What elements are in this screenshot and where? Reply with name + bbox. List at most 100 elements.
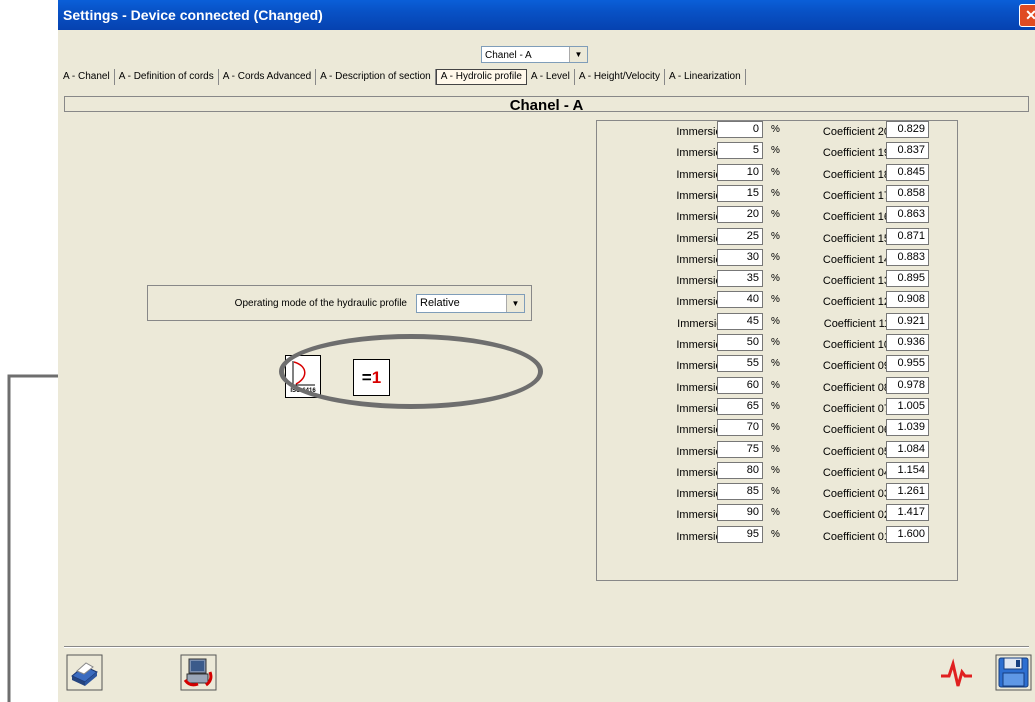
percent-symbol: % bbox=[771, 315, 780, 327]
immersion-input[interactable]: 85 bbox=[717, 483, 763, 501]
immersion-input[interactable]: 10 bbox=[717, 163, 763, 181]
tab-height-velocity[interactable]: A - Height/Velocity bbox=[575, 69, 665, 85]
immersion-input[interactable]: 0 bbox=[717, 121, 763, 138]
title-bar: Settings - Device connected (Changed) ✕ bbox=[58, 0, 1035, 30]
coefficient-input[interactable]: 0.829 bbox=[886, 121, 929, 138]
tab-chanel[interactable]: A - Chanel bbox=[59, 69, 115, 85]
immersion-input[interactable]: 75 bbox=[717, 440, 763, 458]
immersion-input[interactable]: 95 bbox=[717, 525, 763, 543]
immersion-input[interactable]: 80 bbox=[717, 461, 763, 479]
immersion-input[interactable]: 55 bbox=[717, 355, 763, 373]
chevron-down-icon[interactable]: ▼ bbox=[506, 295, 524, 312]
immersion-input[interactable]: 30 bbox=[717, 248, 763, 266]
tab-hydrolic-profile[interactable]: A - Hydrolic profile bbox=[435, 69, 527, 85]
table-row: Immersion 06 70% Coefficient 06 1.039 bbox=[597, 419, 957, 441]
signal-button[interactable] bbox=[938, 654, 975, 691]
save-button[interactable] bbox=[995, 654, 1032, 691]
percent-symbol: % bbox=[771, 528, 780, 540]
tab-level[interactable]: A - Level bbox=[527, 69, 575, 85]
coefficient-input[interactable]: 0.895 bbox=[886, 270, 929, 288]
coefficient-input[interactable]: 0.955 bbox=[886, 355, 929, 373]
coefficient-input[interactable]: 0.883 bbox=[886, 248, 929, 266]
profile-table: Immersion 20 0% Coefficient 20 0.829 Immersi… bbox=[596, 120, 958, 581]
coefficient-input[interactable]: 1.417 bbox=[886, 504, 929, 522]
percent-symbol: % bbox=[771, 124, 780, 135]
coefficient-input[interactable]: 1.261 bbox=[886, 483, 929, 501]
coefficient-label: Coefficient 04 bbox=[822, 466, 890, 479]
table-row: Immersion 19 5% Coefficient 19 0.837 bbox=[597, 142, 957, 164]
percent-symbol: % bbox=[771, 337, 780, 348]
coefficient-label: Coefficient 18 bbox=[822, 168, 890, 181]
immersion-input[interactable]: 40 bbox=[717, 291, 763, 309]
signal-pulse-icon bbox=[941, 658, 972, 687]
operating-mode-select[interactable]: Relative ▼ bbox=[416, 294, 525, 313]
coefficient-input[interactable]: 0.978 bbox=[886, 376, 929, 394]
coefficient-label: Coefficient 10 bbox=[822, 339, 890, 351]
bottom-divider bbox=[64, 646, 1029, 648]
tab-linearization[interactable]: A - Linearization bbox=[665, 69, 746, 85]
coefficient-input[interactable]: 1.005 bbox=[886, 397, 929, 415]
immersion-input[interactable]: 50 bbox=[717, 334, 763, 351]
immersion-input[interactable]: 90 bbox=[717, 504, 763, 522]
tab-description-of-section[interactable]: A - Description of section bbox=[316, 69, 436, 85]
percent-symbol: % bbox=[771, 209, 780, 221]
tab-definition-of-cords[interactable]: A - Definition of cords bbox=[115, 69, 219, 85]
coefficient-label: Coefficient 12 bbox=[822, 296, 890, 309]
section-title: Chanel - A bbox=[509, 97, 584, 114]
percent-symbol: % bbox=[771, 443, 780, 455]
percent-symbol: % bbox=[771, 379, 780, 391]
immersion-input[interactable]: 60 bbox=[717, 376, 763, 394]
coefficient-input[interactable]: 1.084 bbox=[886, 440, 929, 458]
coefficient-label: Coefficient 14 bbox=[822, 253, 890, 266]
percent-symbol: % bbox=[771, 422, 780, 434]
operating-mode-label: Operating mode of the hydraulic profile bbox=[234, 298, 407, 309]
channel-select-value: Chanel - A bbox=[485, 50, 532, 61]
coefficient-label: Coefficient 05 bbox=[822, 445, 890, 458]
table-row: Immersion 16 20% Coefficient 16 0.863 bbox=[597, 206, 957, 228]
coefficient-label: Coefficient 08 bbox=[822, 381, 890, 394]
immersion-input[interactable]: 45 bbox=[717, 312, 763, 330]
window-title: Settings - Device connected (Changed) bbox=[63, 7, 323, 23]
table-row: Immersion 10 50% Coefficient 10 0.936 bbox=[597, 334, 957, 356]
table-row: Immersion 07 65% Coefficient 07 1.005 bbox=[597, 397, 957, 420]
coefficient-input[interactable]: 0.921 bbox=[886, 312, 929, 330]
table-row: Immersion 01 95% Coefficient 01 1.600 bbox=[597, 525, 957, 548]
percent-symbol: % bbox=[771, 251, 780, 263]
percent-symbol: % bbox=[771, 166, 780, 178]
table-row: Immersion 13 35% Coefficient 13 0.895 bbox=[597, 270, 957, 292]
print-button[interactable] bbox=[66, 654, 103, 691]
coefficient-input[interactable]: 0.845 bbox=[886, 163, 929, 181]
table-row: Immersion 02 90% Coefficient 02 1.417 bbox=[597, 504, 957, 526]
coefficient-input[interactable]: 0.858 bbox=[886, 184, 929, 202]
immersion-input[interactable]: 15 bbox=[717, 184, 763, 202]
coefficient-input[interactable]: 0.908 bbox=[886, 291, 929, 309]
chevron-down-icon[interactable]: ▼ bbox=[569, 47, 587, 62]
table-row: Immersion 14 30% Coefficient 14 0.883 bbox=[597, 248, 957, 271]
transfer-button[interactable] bbox=[180, 654, 217, 691]
coefficient-input[interactable]: 0.863 bbox=[886, 206, 929, 224]
channel-select[interactable]: Chanel - A ▼ bbox=[481, 46, 588, 63]
tab-cords-advanced[interactable]: A - Cords Advanced bbox=[219, 69, 317, 85]
coefficient-input[interactable]: 1.154 bbox=[886, 461, 929, 479]
coefficient-label: Coefficient 06 bbox=[822, 424, 890, 437]
coefficient-label: Coefficient 13 bbox=[822, 275, 890, 288]
immersion-input[interactable]: 65 bbox=[717, 397, 763, 415]
coefficient-label: Coefficient 03 bbox=[822, 488, 890, 501]
table-row: Immersion 05 75% Coefficient 05 1.084 bbox=[597, 440, 957, 463]
coefficient-input[interactable]: 0.837 bbox=[886, 142, 929, 160]
percent-symbol: % bbox=[771, 464, 780, 476]
immersion-input[interactable]: 35 bbox=[717, 270, 763, 288]
coefficient-input[interactable]: 1.039 bbox=[886, 419, 929, 437]
immersion-input[interactable]: 70 bbox=[717, 419, 763, 437]
coefficient-input[interactable]: 0.936 bbox=[886, 334, 929, 351]
coefficient-label: Coefficient 19 bbox=[822, 147, 890, 160]
immersion-input[interactable]: 20 bbox=[717, 206, 763, 224]
coefficient-input[interactable]: 0.871 bbox=[886, 227, 929, 245]
percent-symbol: % bbox=[771, 486, 780, 498]
immersion-input[interactable]: 5 bbox=[717, 142, 763, 160]
table-row: Immersion 20 0% Coefficient 20 0.829 bbox=[597, 121, 957, 143]
computer-transfer-icon bbox=[180, 654, 217, 691]
close-icon[interactable]: ✕ bbox=[1019, 4, 1035, 27]
coefficient-input[interactable]: 1.600 bbox=[886, 525, 929, 543]
immersion-input[interactable]: 25 bbox=[717, 227, 763, 245]
